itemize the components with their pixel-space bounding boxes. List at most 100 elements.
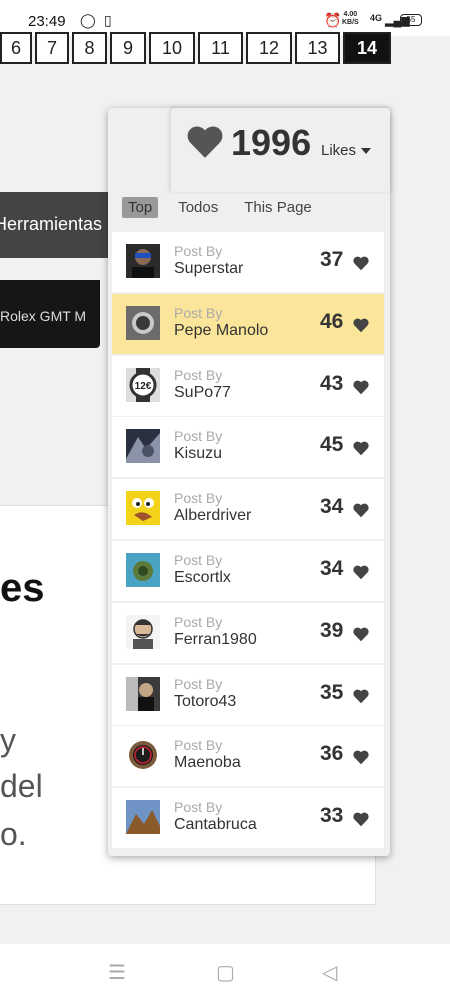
sim-icon: ▯	[104, 12, 112, 28]
post-by-label: Post By	[174, 243, 223, 259]
like-score: 34	[320, 495, 344, 519]
username[interactable]: Pepe Manolo	[174, 322, 268, 340]
page-8[interactable]: 8	[72, 32, 107, 64]
page-9[interactable]: 9	[110, 32, 146, 64]
likes-leaderboard: 1996 Likes Top Todos This Page Post By S…	[108, 108, 390, 856]
page-11[interactable]: 11	[198, 32, 243, 64]
rolex-link-button[interactable]: Rolex GMT M	[0, 280, 100, 348]
status-time: 23:49	[28, 13, 66, 30]
like-score: 36	[320, 742, 344, 766]
paragraph-line: del	[0, 768, 43, 804]
home-icon[interactable]: ▢	[216, 960, 235, 985]
heart-icon	[353, 812, 369, 827]
like-score: 46	[320, 309, 344, 333]
heart-icon	[187, 126, 223, 158]
heart-icon	[353, 565, 369, 580]
avatar	[126, 552, 160, 587]
avatar	[126, 429, 160, 464]
post-by-label: Post By	[174, 613, 223, 630]
list-item[interactable]: Post By Superstar 37	[112, 232, 384, 292]
username[interactable]: Totoro43	[174, 693, 236, 711]
chevron-down-icon[interactable]	[361, 148, 371, 154]
like-score: 35	[320, 680, 344, 704]
post-by-label: Post By	[174, 675, 223, 692]
username[interactable]: Ferran1980	[174, 631, 257, 649]
page-13[interactable]: 13	[295, 32, 340, 64]
tab-this-page[interactable]: This Page	[238, 197, 318, 218]
list-item[interactable]: Post By Totoro43 35	[112, 664, 384, 725]
likes-label: Likes	[321, 142, 357, 159]
list-item[interactable]: Post By Maenoba 36	[112, 726, 384, 787]
alarm-icon: ⏰	[324, 12, 342, 28]
status-bar: 23:49 ◯ ▯ ⏰ 4.00 KB/S 4G ▂▄▆ 55	[0, 0, 450, 36]
network-type: 4G	[370, 13, 383, 23]
list-item[interactable]: 12€ Post By SuPo77 43	[112, 355, 384, 416]
page-12[interactable]: 12	[246, 32, 292, 64]
whatsapp-icon: ◯	[80, 12, 96, 28]
username[interactable]: SuPo77	[174, 384, 231, 402]
tab-top[interactable]: Top	[122, 196, 159, 218]
list-item[interactable]: Post By Ferran1980 39	[112, 602, 384, 663]
avatar	[126, 676, 160, 711]
list-item[interactable]: Post By Alberdriver 34	[112, 479, 384, 540]
heart-icon	[353, 380, 369, 394]
post-by-label: Post By	[174, 428, 223, 445]
post-by-label: Post By	[174, 799, 223, 816]
list-item[interactable]: Post By Cantabruca 33	[112, 788, 384, 849]
like-score: 37	[320, 248, 344, 271]
like-score: 45	[320, 433, 344, 457]
network-speed: 4.00 KB/S	[342, 11, 359, 26]
avatar: 12€	[126, 367, 160, 402]
username[interactable]: Kisuzu	[174, 445, 222, 463]
list-item[interactable]: Post By Pepe Manolo 46	[112, 293, 384, 354]
list-item[interactable]: Post By Kisuzu 45	[112, 417, 384, 478]
avatar	[126, 491, 160, 526]
post-by-label: Post By	[174, 551, 223, 568]
post-by-label: Post By	[174, 304, 223, 321]
likes-header[interactable]: 1996 Likes	[170, 108, 390, 192]
pagination: 6 7 8 9 10 11 12 13 14	[0, 32, 394, 64]
username[interactable]: Cantabruca	[174, 816, 257, 834]
likes-tabs: Top Todos This Page	[122, 196, 332, 218]
username[interactable]: Maenoba	[174, 754, 241, 772]
battery-indicator: 55	[400, 14, 422, 26]
avatar	[126, 800, 160, 835]
page-7[interactable]: 7	[35, 32, 69, 64]
like-score: 33	[320, 804, 344, 828]
username[interactable]: Escortlx	[174, 569, 231, 587]
page-14[interactable]: 14	[343, 32, 391, 64]
list-item[interactable]: Post By Escortlx 34	[112, 540, 384, 601]
heart-icon	[353, 442, 369, 456]
page-6[interactable]: 6	[0, 32, 32, 64]
leaderboard-list: Post By Superstar 37 Post By Pepe Manolo…	[112, 232, 384, 850]
section-heading: es	[0, 566, 45, 610]
heart-icon	[353, 318, 369, 333]
back-icon[interactable]: ◁	[322, 960, 337, 985]
avatar	[126, 244, 160, 278]
username[interactable]: Superstar	[174, 260, 243, 278]
menu-icon[interactable]: ☰	[108, 960, 126, 985]
svg-text:12€: 12€	[135, 381, 152, 392]
avatar	[126, 738, 160, 773]
like-score: 34	[320, 556, 344, 580]
paragraph-line: o.	[0, 816, 27, 852]
heart-icon	[353, 751, 369, 765]
heart-icon	[353, 689, 369, 703]
post-by-label: Post By	[174, 490, 223, 507]
avatar	[126, 614, 160, 649]
username[interactable]: Alberdriver	[174, 507, 251, 525]
likes-count: 1996	[231, 122, 312, 163]
system-nav-bar: ☰ ▢ ◁	[0, 944, 450, 1000]
page-10[interactable]: 10	[149, 32, 195, 64]
heart-icon	[353, 256, 369, 271]
heart-icon	[353, 627, 369, 642]
post-by-label: Post By	[174, 366, 223, 383]
tab-todos[interactable]: Todos	[172, 197, 224, 218]
like-score: 39	[320, 618, 344, 642]
post-by-label: Post By	[174, 737, 223, 754]
tools-button[interactable]: Herramientas	[0, 192, 108, 258]
like-score: 43	[320, 371, 344, 395]
paragraph-line: y	[0, 722, 16, 758]
heart-icon	[353, 503, 369, 518]
avatar	[126, 305, 160, 340]
